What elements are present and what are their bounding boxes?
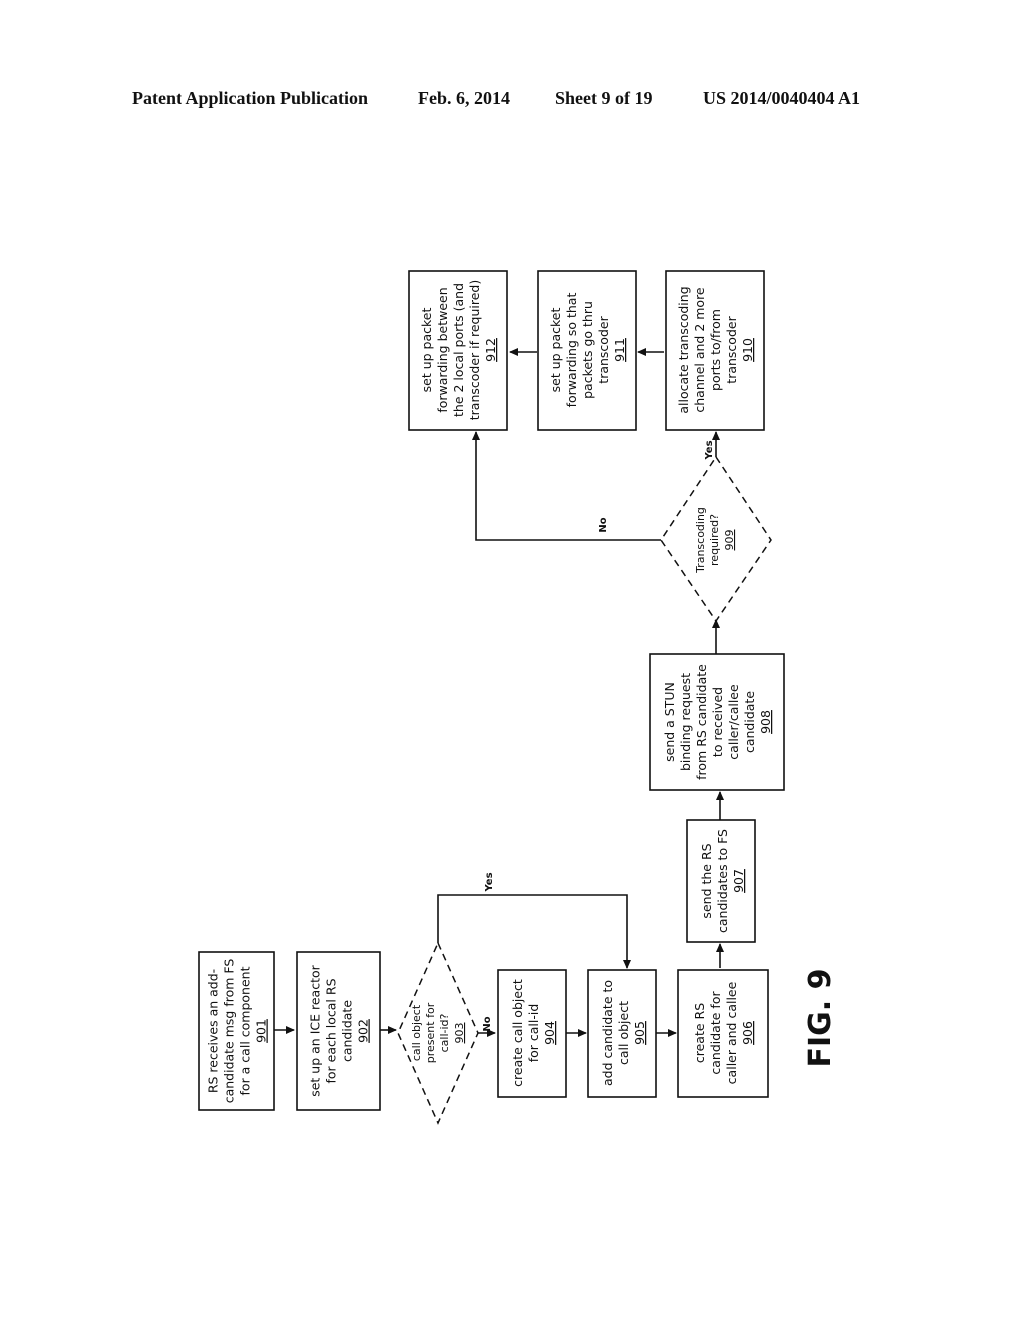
figure-label: FIG. 9 bbox=[803, 969, 838, 1068]
step-910-line: transcoder bbox=[724, 315, 739, 383]
decision-909-line: required? bbox=[708, 514, 721, 566]
edge-909-912-no bbox=[472, 431, 661, 541]
decision-909: Transcoding required? 909 bbox=[660, 455, 772, 623]
step-901-line: candidate msg from FS bbox=[222, 959, 237, 1104]
step-906-line: create RS bbox=[692, 1003, 707, 1063]
step-901-line: RS receives an add- bbox=[206, 969, 221, 1093]
step-908-line: candidate bbox=[742, 691, 757, 753]
step-904-line: for call-id bbox=[526, 1004, 541, 1063]
step-905-line: call object bbox=[616, 1001, 631, 1065]
no-label-903: No bbox=[482, 1016, 493, 1031]
decision-909-line: Transcoding bbox=[694, 507, 707, 574]
step-901: RS receives an add- candidate msg from F… bbox=[198, 951, 275, 1111]
decision-903: call object present for call-id? 903 bbox=[397, 941, 479, 1125]
step-902: set up an ICE reactor for each local RS … bbox=[296, 951, 381, 1111]
step-908: send a STUN binding request from RS cand… bbox=[649, 653, 785, 791]
step-911-ref: 911 bbox=[612, 338, 627, 362]
yes-label-903: Yes bbox=[484, 872, 495, 892]
step-906-ref: 906 bbox=[740, 1021, 755, 1045]
step-904-ref: 904 bbox=[542, 1021, 557, 1045]
step-908-line: caller/callee bbox=[726, 684, 741, 760]
svg-text:candidate msg from FS: candidate msg from FS bbox=[222, 959, 237, 1104]
step-911-line: packets go thru bbox=[580, 301, 595, 399]
step-911: set up packet forwarding so that packets… bbox=[537, 270, 637, 431]
step-902-line: candidate bbox=[340, 1000, 355, 1062]
svg-text:for a call component: for a call component bbox=[238, 966, 253, 1095]
step-904: create call object for call-id 904 bbox=[497, 969, 567, 1098]
svg-text:RS receives an add-: RS receives an add- bbox=[206, 969, 221, 1093]
step-908-line: from RS candidate bbox=[694, 664, 709, 780]
step-901-ref: 901 bbox=[254, 1019, 269, 1043]
step-910: allocate transcoding channel and 2 more … bbox=[665, 270, 765, 431]
step-910-ref: 910 bbox=[740, 338, 755, 362]
step-911-line: transcoder bbox=[596, 315, 611, 383]
decision-903-line: call object bbox=[410, 1004, 423, 1061]
step-906-line: candidate for bbox=[708, 991, 723, 1075]
step-912: set up packet forwarding between the 2 l… bbox=[408, 270, 508, 431]
step-901-line: for a call component bbox=[238, 966, 253, 1095]
step-912-line: transcoder if required) bbox=[467, 280, 482, 421]
edge-903-905-yes bbox=[437, 894, 631, 969]
step-902-line: for each local RS bbox=[324, 978, 339, 1083]
step-908-line: send a STUN bbox=[662, 682, 677, 762]
step-905-ref: 905 bbox=[632, 1021, 647, 1045]
step-906-line: caller and callee bbox=[724, 981, 739, 1084]
step-911-line: set up packet bbox=[548, 308, 563, 393]
step-908-line: binding request bbox=[678, 673, 693, 771]
step-902-ref: 902 bbox=[356, 1019, 371, 1043]
step-907-line: candidates to FS bbox=[715, 829, 730, 933]
step-912-line: the 2 local ports (and bbox=[451, 283, 466, 417]
step-904-line: create call object bbox=[510, 979, 525, 1087]
step-910-line: channel and 2 more bbox=[692, 287, 707, 413]
decision-903-ref: 903 bbox=[453, 1023, 466, 1044]
step-907-line: send the RS bbox=[699, 843, 714, 918]
no-label-909: No bbox=[598, 517, 609, 532]
step-905-line: add candidate to bbox=[600, 980, 615, 1086]
decision-903-line: present for bbox=[424, 1002, 437, 1063]
step-906: create RS candidate for caller and calle… bbox=[677, 969, 769, 1098]
step-907: send the RS candidates to FS 907 bbox=[686, 819, 756, 943]
yes-label-909: Yes bbox=[704, 440, 715, 460]
step-908-line: to received bbox=[710, 687, 725, 757]
step-907-ref: 907 bbox=[731, 869, 746, 893]
step-911-line: forwarding so that bbox=[564, 293, 579, 408]
step-912-ref: 912 bbox=[483, 338, 498, 362]
step-905: add candidate to call object 905 bbox=[587, 969, 657, 1098]
flowchart: Yes No Yes No RS receives an add- candid… bbox=[198, 270, 838, 1125]
step-902-line: set up an ICE reactor bbox=[308, 964, 323, 1096]
step-912-line: forwarding between bbox=[435, 287, 450, 412]
step-910-line: allocate transcoding bbox=[676, 286, 691, 413]
step-912-line: set up packet bbox=[419, 308, 434, 393]
decision-903-line: call-id? bbox=[438, 1013, 451, 1052]
decision-909-ref: 909 bbox=[723, 530, 736, 551]
step-910-line: ports to/from bbox=[708, 309, 723, 391]
step-908-ref: 908 bbox=[758, 710, 773, 734]
